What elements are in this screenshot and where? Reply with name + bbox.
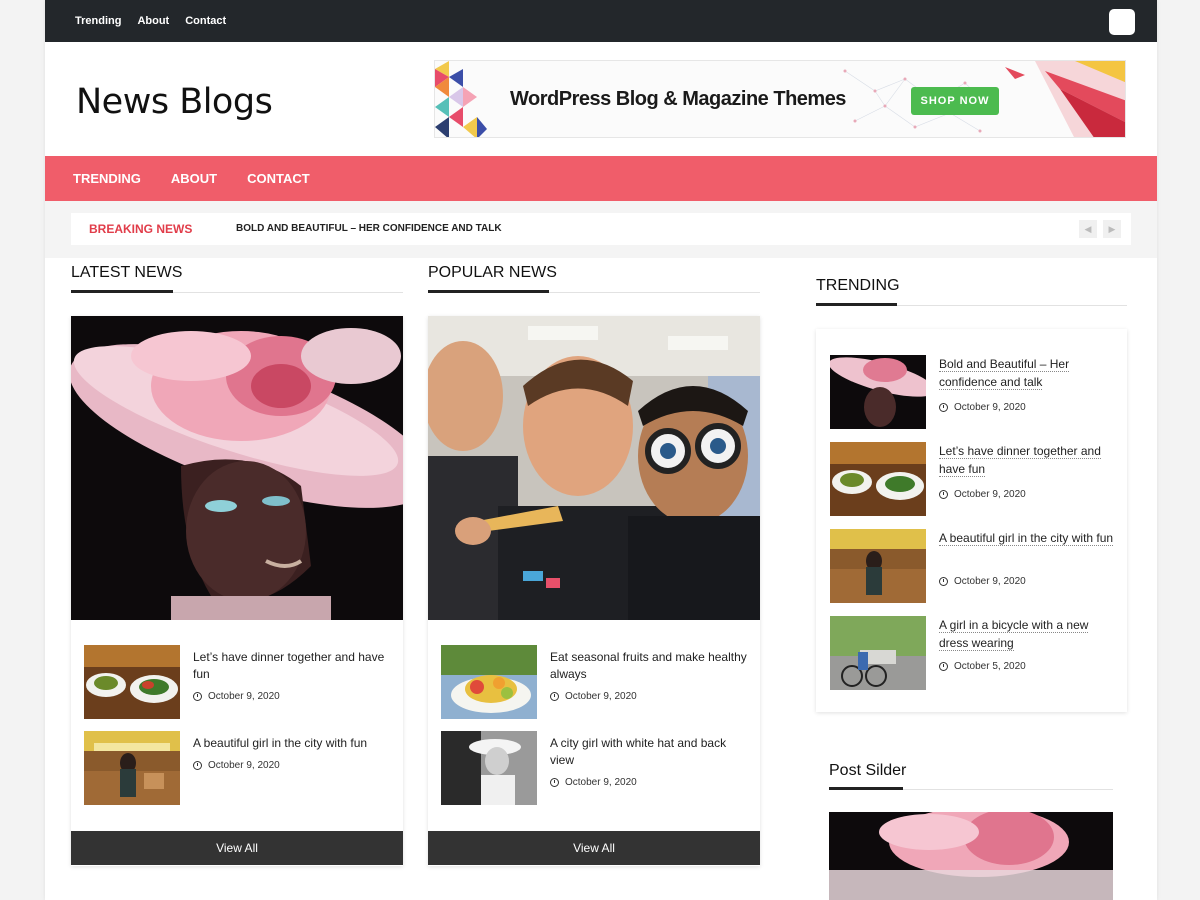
- latest-item-1-thumbnail[interactable]: [84, 645, 180, 719]
- latest-item-2[interactable]: A beautiful girl in the city with fun Oc…: [84, 731, 390, 805]
- post-slider-title: Post Silder: [829, 762, 907, 779]
- chevron-left-icon[interactable]: ◀: [1079, 220, 1097, 238]
- trending-item-2[interactable]: Let’s have dinner together and have fun …: [830, 442, 1120, 516]
- breaking-news-headline[interactable]: BOLD AND BEAUTIFUL – HER CONFIDENCE AND …: [236, 213, 502, 245]
- date-text: October 9, 2020: [954, 402, 1026, 413]
- trending-item-3[interactable]: A beautiful girl in the city with fun Oc…: [830, 529, 1120, 603]
- page: Trending About Contact News Blogs WordPr…: [45, 0, 1157, 900]
- trending-title: TRENDING: [816, 277, 900, 294]
- breaking-news-label: BREAKING NEWS: [89, 222, 193, 236]
- top-bar: Trending About Contact: [45, 0, 1157, 42]
- clock-icon: [550, 692, 559, 701]
- breaking-news-ticker: BREAKING NEWS BOLD AND BEAUTIFUL – HER C…: [71, 213, 1131, 245]
- trending-item-2-title[interactable]: Let’s have dinner together and have fun: [939, 442, 1114, 478]
- ad-banner[interactable]: WordPress Blog & Magazine Themes SHOP NO…: [434, 60, 1126, 138]
- latest-item-2-date: October 9, 2020: [193, 760, 280, 771]
- popular-news-card: Eat seasonal fruits and make healthy alw…: [428, 316, 760, 866]
- trending-item-3-link[interactable]: A beautiful girl in the city with fun: [939, 531, 1114, 546]
- popular-item-2-date: October 9, 2020: [550, 777, 637, 788]
- trending-item-1-title[interactable]: Bold and Beautiful – Her confidence and …: [939, 355, 1114, 391]
- clock-icon: [939, 403, 948, 412]
- latest-view-all-button[interactable]: View All: [71, 831, 403, 865]
- trending-item-4-link[interactable]: A girl in a bicycle with a new dress wea…: [939, 618, 1089, 651]
- section-underline: [829, 787, 903, 790]
- date-text: October 9, 2020: [208, 691, 280, 702]
- popular-view-all-button[interactable]: View All: [428, 831, 760, 865]
- date-text: October 5, 2020: [954, 661, 1026, 672]
- top-nav: Trending About Contact: [75, 0, 226, 42]
- breaking-news-bar: BREAKING NEWS BOLD AND BEAUTIFUL – HER C…: [45, 201, 1157, 258]
- main-nav-contact[interactable]: CONTACT: [247, 171, 310, 186]
- main-nav-about[interactable]: ABOUT: [171, 171, 217, 186]
- clock-icon: [939, 662, 948, 671]
- top-nav-about[interactable]: About: [137, 15, 169, 27]
- popular-item-1-date: October 9, 2020: [550, 691, 637, 702]
- date-text: October 9, 2020: [565, 691, 637, 702]
- clock-icon: [550, 778, 559, 787]
- trending-item-3-title[interactable]: A beautiful girl in the city with fun: [939, 529, 1114, 547]
- trending-item-4-date: October 5, 2020: [939, 661, 1026, 672]
- trending-card: Bold and Beautiful – Her confidence and …: [816, 329, 1127, 712]
- trending-item-2-date: October 9, 2020: [939, 489, 1026, 500]
- section-underline: [71, 290, 173, 293]
- trending-item-4[interactable]: A girl in a bicycle with a new dress wea…: [830, 616, 1120, 690]
- section-underline: [816, 303, 897, 306]
- trending-item-3-thumbnail[interactable]: [830, 529, 926, 603]
- trending-item-4-thumbnail[interactable]: [830, 616, 926, 690]
- date-text: October 9, 2020: [954, 576, 1026, 587]
- popular-item-1[interactable]: Eat seasonal fruits and make healthy alw…: [441, 645, 747, 719]
- popular-news-title: POPULAR NEWS: [428, 264, 557, 281]
- latest-news-title: LATEST NEWS: [71, 264, 183, 281]
- site-title[interactable]: News Blogs: [76, 82, 273, 122]
- shop-now-button[interactable]: SHOP NOW: [911, 87, 999, 115]
- top-nav-trending[interactable]: Trending: [75, 15, 121, 27]
- date-text: October 9, 2020: [565, 777, 637, 788]
- search-icon[interactable]: [1109, 9, 1135, 35]
- section-underline: [428, 290, 549, 293]
- trending-item-2-thumbnail[interactable]: [830, 442, 926, 516]
- latest-item-1-title[interactable]: Let’s have dinner together and have fun: [193, 649, 393, 683]
- latest-item-1[interactable]: Let’s have dinner together and have fun …: [84, 645, 390, 719]
- popular-item-2-title[interactable]: A city girl with white hat and back view: [550, 735, 750, 769]
- trending-item-1-link[interactable]: Bold and Beautiful – Her confidence and …: [939, 357, 1070, 390]
- clock-icon: [939, 490, 948, 499]
- date-text: October 9, 2020: [954, 489, 1026, 500]
- trending-item-2-link[interactable]: Let’s have dinner together and have fun: [939, 444, 1101, 477]
- trending-item-1-date: October 9, 2020: [939, 402, 1026, 413]
- main-nav-trending[interactable]: TRENDING: [73, 171, 141, 186]
- top-nav-contact[interactable]: Contact: [185, 15, 226, 27]
- popular-item-1-title[interactable]: Eat seasonal fruits and make healthy alw…: [550, 649, 750, 683]
- banner-headline: WordPress Blog & Magazine Themes: [510, 88, 846, 110]
- trending-item-4-title[interactable]: A girl in a bicycle with a new dress wea…: [939, 616, 1114, 652]
- date-text: October 9, 2020: [208, 760, 280, 771]
- popular-item-2[interactable]: A city girl with white hat and back view…: [441, 731, 747, 805]
- trending-item-1[interactable]: Bold and Beautiful – Her confidence and …: [830, 355, 1120, 429]
- clock-icon: [193, 761, 202, 770]
- clock-icon: [939, 577, 948, 586]
- popular-hero-image[interactable]: [428, 316, 760, 620]
- latest-hero-image[interactable]: [71, 316, 403, 620]
- chevron-right-icon[interactable]: ▶: [1103, 220, 1121, 238]
- latest-item-2-title[interactable]: A beautiful girl in the city with fun: [193, 735, 393, 752]
- popular-item-2-thumbnail[interactable]: [441, 731, 537, 805]
- latest-item-2-thumbnail[interactable]: [84, 731, 180, 805]
- latest-news-card: Let’s have dinner together and have fun …: [71, 316, 403, 866]
- popular-item-1-thumbnail[interactable]: [441, 645, 537, 719]
- trending-item-3-date: October 9, 2020: [939, 576, 1026, 587]
- latest-item-1-date: October 9, 2020: [193, 691, 280, 702]
- post-slider-image[interactable]: [829, 812, 1113, 900]
- trending-item-1-thumbnail[interactable]: [830, 355, 926, 429]
- main-nav: TRENDING ABOUT CONTACT: [45, 156, 1157, 201]
- clock-icon: [193, 692, 202, 701]
